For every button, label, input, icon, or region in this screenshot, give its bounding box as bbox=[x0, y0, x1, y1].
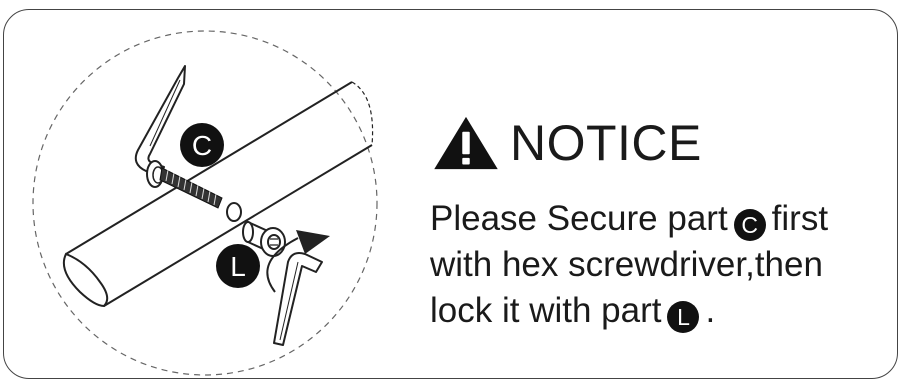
inline-part-l-badge: L bbox=[667, 301, 700, 333]
inline-part-c-badge: C bbox=[733, 209, 766, 241]
hex-key-icon bbox=[273, 252, 323, 346]
notice-line-3-end: . bbox=[705, 291, 716, 330]
notice-title: NOTICE bbox=[510, 115, 702, 171]
notice-line-1-text: Please Secure part bbox=[430, 199, 728, 238]
detail-circle bbox=[32, 30, 378, 376]
part-l-label: L bbox=[230, 251, 246, 282]
notice-line-3-text: lock it with part bbox=[430, 291, 662, 330]
part-l-badge: L bbox=[216, 244, 260, 288]
notice-body: Please Secure part Cfirst with hex screwd… bbox=[430, 196, 900, 334]
notice-line-1-end: first bbox=[771, 199, 829, 238]
washer-icon bbox=[226, 202, 242, 222]
part-c-label: C bbox=[192, 130, 212, 161]
notice-line-3: lock it with part L. bbox=[430, 288, 900, 334]
part-c-badge: C bbox=[180, 123, 224, 167]
notice-line-1: Please Secure part Cfirst bbox=[430, 196, 900, 242]
notice-heading: NOTICE bbox=[430, 115, 702, 171]
notice-line-2: with hex screwdriver,then bbox=[430, 245, 823, 284]
hex-key-icon bbox=[134, 65, 186, 177]
warning-triangle-icon bbox=[434, 116, 498, 170]
